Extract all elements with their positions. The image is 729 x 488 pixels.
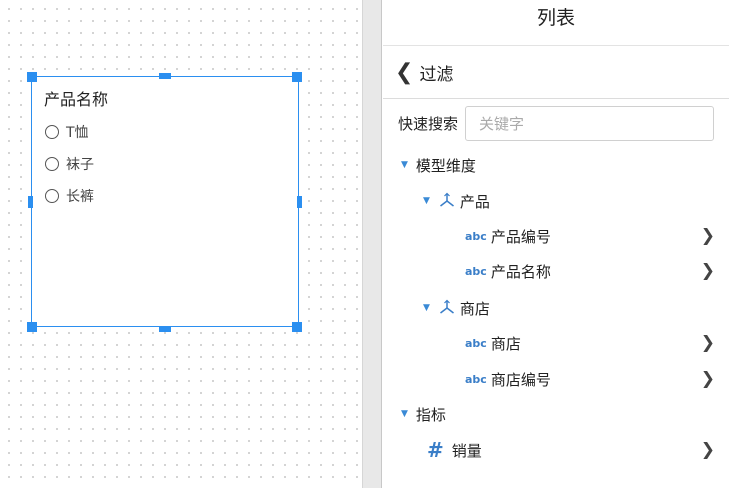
radio-label: T恤: [66, 125, 89, 141]
caret-down-icon[interactable]: ▼: [423, 303, 430, 313]
tree-node-label: 指标: [415, 405, 446, 424]
dimension-icon: [438, 192, 456, 210]
resize-handle-top-right[interactable]: [292, 72, 302, 82]
field-store[interactable]: abc 商店 ❯: [383, 329, 729, 357]
field-sales[interactable]: # 销量 ❯: [383, 436, 729, 464]
chevron-left-icon: ❮: [395, 59, 414, 85]
radio-button[interactable]: [45, 189, 59, 203]
dimension-icon: [438, 299, 456, 317]
tree-node-store[interactable]: ▼ 商店: [383, 294, 729, 322]
field-label: 商店编号: [490, 370, 551, 389]
numeric-field-icon: #: [427, 438, 444, 462]
field-store-code[interactable]: abc 商店编号 ❯: [383, 365, 729, 393]
caret-down-icon[interactable]: ▼: [401, 160, 408, 170]
tree-node-metrics[interactable]: ▼ 指标: [383, 400, 729, 428]
chevron-right-icon[interactable]: ❯: [701, 440, 715, 460]
resize-handle-bottom-left[interactable]: [27, 322, 37, 332]
filter-label: 过滤: [419, 65, 454, 85]
caret-down-icon[interactable]: ▼: [401, 409, 408, 419]
search-input[interactable]: [465, 106, 715, 141]
resize-handle-left[interactable]: [28, 196, 33, 208]
search-label: 快速搜索: [398, 115, 459, 133]
radio-label: 长裤: [66, 189, 94, 205]
resize-handle-right[interactable]: [297, 196, 302, 208]
design-canvas[interactable]: 产品名称 T恤 袜子 长裤: [0, 0, 362, 488]
panel-splitter[interactable]: [362, 0, 382, 488]
text-field-icon: abc: [465, 336, 487, 350]
tree-node-model-dimensions[interactable]: ▼ 模型维度: [383, 151, 729, 179]
radio-list-widget[interactable]: 产品名称 T恤 袜子 长裤: [31, 76, 299, 327]
radio-label: 袜子: [66, 157, 94, 173]
tree-node-label: 产品: [459, 192, 490, 211]
tree-node-label: 商店: [459, 299, 490, 318]
filter-back-button[interactable]: ❮ 过滤: [383, 47, 729, 99]
text-field-icon: abc: [465, 229, 487, 243]
resize-handle-top-left[interactable]: [27, 72, 37, 82]
radio-option-tshirt[interactable]: T恤: [45, 122, 89, 142]
tree-node-product[interactable]: ▼ 产品: [383, 187, 729, 215]
radio-button[interactable]: [45, 125, 59, 139]
chevron-right-icon[interactable]: ❯: [701, 369, 715, 389]
text-field-icon: abc: [465, 372, 487, 386]
chevron-right-icon[interactable]: ❯: [701, 333, 715, 353]
quick-search: 快速搜索: [398, 106, 715, 141]
chevron-right-icon[interactable]: ❯: [701, 226, 715, 246]
field-product-code[interactable]: abc 产品编号 ❯: [383, 222, 729, 250]
text-field-icon: abc: [465, 264, 487, 278]
widget-title: 产品名称: [44, 90, 109, 109]
radio-option-socks[interactable]: 袜子: [45, 154, 94, 174]
field-label: 产品名称: [490, 262, 551, 281]
field-label: 产品编号: [490, 227, 551, 246]
panel-title: 列表: [383, 0, 729, 46]
tree-node-label: 模型维度: [415, 156, 476, 175]
radio-option-pants[interactable]: 长裤: [45, 186, 94, 206]
radio-button[interactable]: [45, 157, 59, 171]
resize-handle-top[interactable]: [159, 73, 171, 79]
field-product-name[interactable]: abc 产品名称 ❯: [383, 257, 729, 285]
resize-handle-bottom[interactable]: [159, 326, 171, 332]
chevron-right-icon[interactable]: ❯: [701, 261, 715, 281]
list-panel: 列表 ❮ 过滤 快速搜索 ▼ 模型维度 ▼ 产品 abc 产品编号 ❯ abc …: [383, 0, 729, 488]
field-label: 销量: [451, 441, 482, 460]
resize-handle-bottom-right[interactable]: [292, 322, 302, 332]
caret-down-icon[interactable]: ▼: [423, 196, 430, 206]
field-label: 商店: [490, 334, 521, 353]
